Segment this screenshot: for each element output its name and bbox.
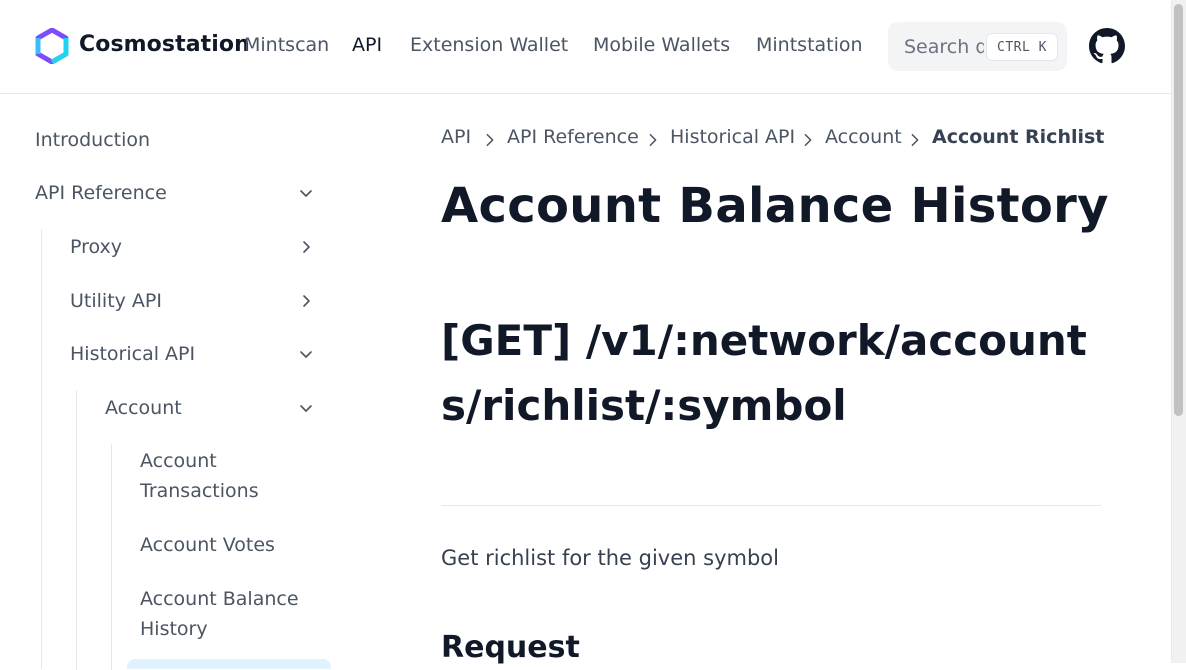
nav-extension-wallet[interactable]: Extension Wallet (410, 34, 568, 56)
search-shortcut: CTRL K (986, 33, 1058, 61)
breadcrumb-current: Account Richlist (932, 126, 1105, 148)
sidebar-active-item[interactable] (127, 659, 331, 669)
search-box[interactable]: CTRL K (888, 22, 1067, 71)
github-icon[interactable] (1089, 28, 1125, 64)
nav-api[interactable]: API (352, 34, 382, 56)
sidebar-tree-line (111, 444, 112, 670)
section-divider (441, 505, 1101, 506)
request-heading: Request (441, 630, 580, 665)
nav-mintstation[interactable]: Mintstation (756, 34, 863, 56)
nav-mobile-wallets[interactable]: Mobile Wallets (593, 34, 730, 56)
sidebar-item-account-balance-history[interactable]: Account Balance History (140, 584, 320, 644)
breadcrumb-account[interactable]: Account (825, 126, 902, 148)
sidebar-item-account-transactions[interactable]: Account Transactions (140, 446, 310, 506)
endpoint-heading: [GET] /v1/:network/accounts/richlist/:sy… (441, 316, 1087, 430)
chevron-down-icon[interactable] (298, 400, 314, 416)
chevron-down-icon[interactable] (298, 185, 314, 201)
sidebar-item-api-reference[interactable]: API Reference (35, 178, 167, 208)
search-input[interactable] (904, 22, 984, 71)
endpoint-description: Get richlist for the given symbol (441, 546, 779, 570)
sidebar-item-account[interactable]: Account (105, 393, 182, 423)
breadcrumb-historical-api[interactable]: Historical API (670, 126, 795, 148)
chevron-right-icon (911, 133, 919, 147)
sidebar-tree-line (76, 390, 77, 670)
breadcrumb-api-reference[interactable]: API Reference (507, 126, 639, 148)
brand-name[interactable]: Cosmostation (79, 32, 250, 57)
page-title: Account Balance History (441, 178, 1109, 234)
sidebar-item-introduction[interactable]: Introduction (35, 125, 150, 155)
chevron-right-icon (486, 133, 494, 147)
chevron-right-icon[interactable] (298, 239, 314, 255)
cosmostation-logo[interactable] (34, 28, 70, 64)
chevron-right-icon[interactable] (298, 293, 314, 309)
sidebar-item-account-votes[interactable]: Account Votes (140, 530, 275, 560)
sidebar-item-utility-api[interactable]: Utility API (70, 286, 162, 316)
chevron-right-icon (804, 133, 812, 147)
sidebar-item-proxy[interactable]: Proxy (70, 232, 122, 262)
nav-mintscan[interactable]: Mintscan (244, 34, 329, 56)
top-header: Cosmostation Mintscan API Extension Wall… (0, 0, 1171, 94)
breadcrumb-api[interactable]: API (441, 126, 471, 148)
sidebar-tree-line (41, 229, 42, 669)
sidebar: Introduction API Reference Proxy Utility… (0, 94, 340, 670)
chevron-down-icon[interactable] (298, 346, 314, 362)
sidebar-item-historical-api[interactable]: Historical API (70, 339, 195, 369)
page-scrollbar-thumb[interactable] (1174, 4, 1183, 416)
chevron-right-icon (649, 133, 657, 147)
